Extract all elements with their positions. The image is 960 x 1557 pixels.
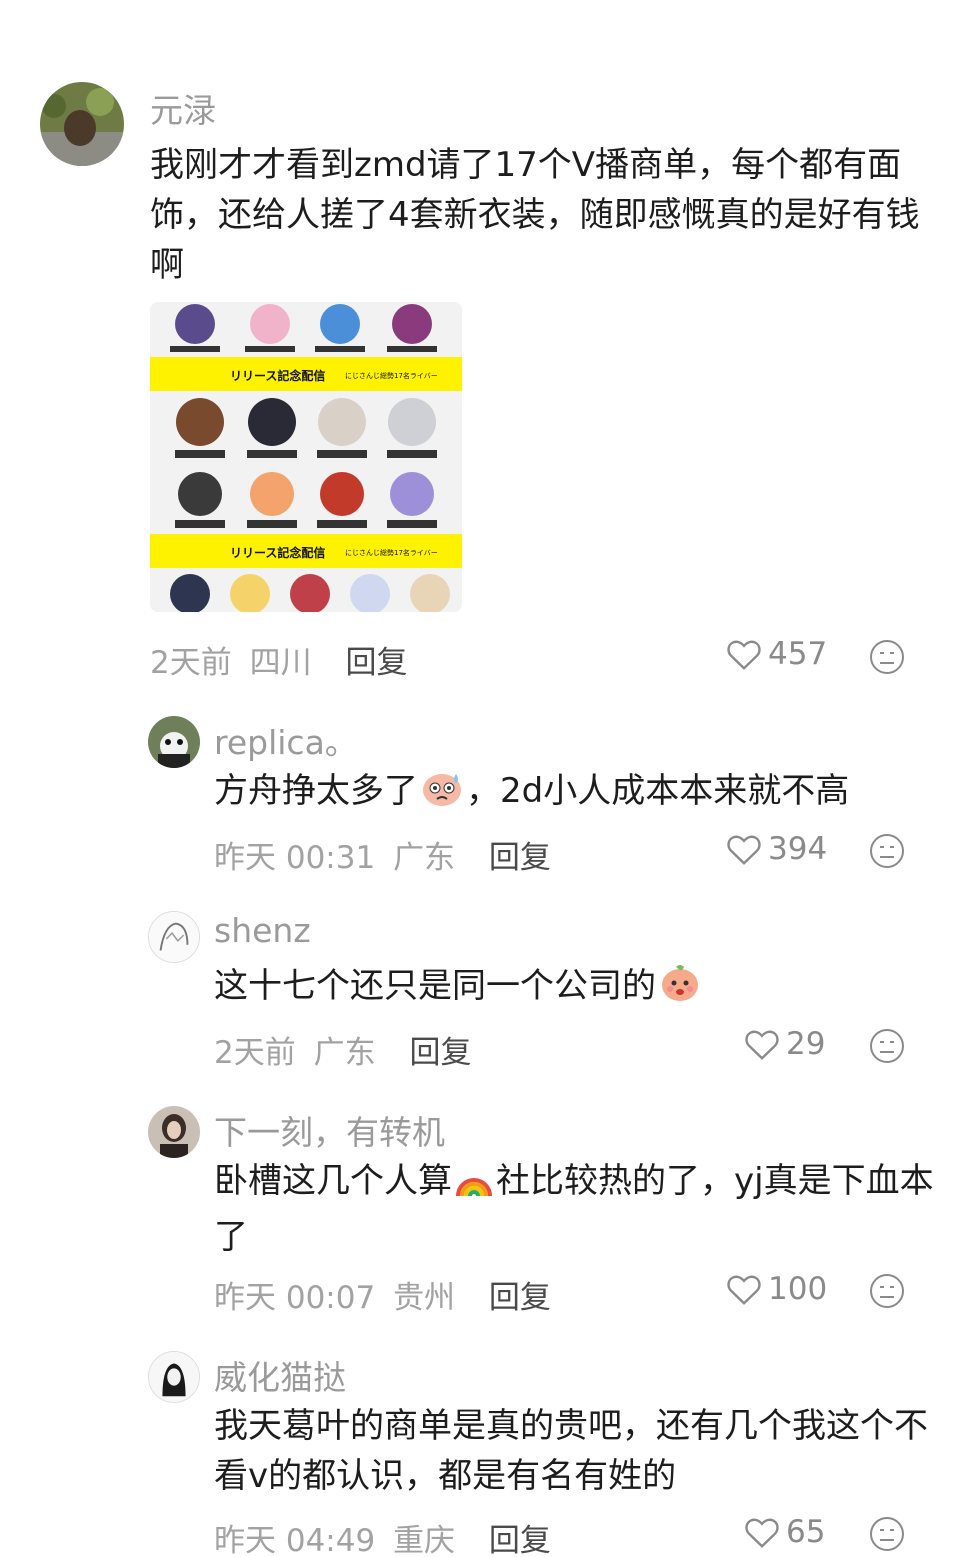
comment-time: 2天前 — [214, 1035, 296, 1071]
dislike-face-icon[interactable] — [868, 1272, 906, 1310]
comment-location: 重庆 — [393, 1523, 456, 1557]
like-button[interactable]: 394 — [726, 831, 827, 867]
banner-subtitle: にじさんじ総勢17名ライバー — [345, 548, 438, 557]
reply-button[interactable]: 回复 — [489, 840, 551, 876]
text-segment: ，2d小人成本本来就不高 — [466, 771, 850, 811]
liver-grid-image: リリース記念配信 にじさんじ総勢17名ライバー リリース記念配信 にじさんじ総勢… — [150, 302, 462, 612]
like-button[interactable]: 65 — [744, 1514, 825, 1550]
like-button[interactable]: 457 — [726, 636, 827, 672]
comment-time: 昨天 04:49 — [214, 1523, 376, 1557]
like-count: 457 — [768, 636, 828, 672]
like-count: 394 — [768, 831, 828, 867]
comment-location: 广东 — [393, 840, 456, 876]
reply-button[interactable]: 回复 — [489, 1280, 551, 1316]
like-button[interactable]: 100 — [726, 1271, 827, 1307]
avatar[interactable] — [148, 911, 200, 963]
username[interactable]: shenz — [214, 911, 311, 950]
reply-button[interactable]: 回复 — [409, 1035, 471, 1071]
sweat-face-emoji — [420, 768, 464, 822]
heart-icon — [745, 1030, 779, 1060]
text-segment: 这十七个还只是同一个公司的 — [214, 966, 656, 1006]
reply-button[interactable]: 回复 — [345, 645, 407, 681]
heart-icon — [727, 1275, 761, 1305]
banner-title: リリース記念配信 — [230, 368, 325, 383]
comment-time: 昨天 00:31 — [214, 840, 376, 876]
username[interactable]: replica。 — [214, 716, 358, 764]
avatar[interactable] — [148, 1351, 200, 1403]
comment-location: 四川 — [249, 645, 312, 681]
comment-time: 昨天 00:07 — [214, 1280, 376, 1316]
comment-text: 这十七个还只是同一个公司的 — [214, 961, 934, 1017]
banner-subtitle: にじさんじ総勢17名ライバー — [345, 371, 438, 380]
comment-item: 元渌 我刚才才看到zmd请了17个V播商单，每个都有面饰，还给人搓了4套新衣装，… — [0, 0, 960, 690]
username[interactable]: 下一刻，有转机 — [214, 1106, 445, 1154]
comment-meta: 昨天 00:31 广东 回复 — [214, 832, 559, 877]
rainbow-emoji — [454, 1162, 494, 1212]
text-segment: 卧槽这几个人算 — [214, 1161, 452, 1201]
comment-text: 我刚才才看到zmd请了17个V播商单，每个都有面饰，还给人搓了4套新衣装，随即感… — [150, 145, 920, 285]
like-count: 29 — [786, 1026, 826, 1062]
reply-button[interactable]: 回复 — [489, 1523, 551, 1557]
comment-meta: 2天前 四川 回复 — [150, 637, 415, 682]
comment-text: 卧槽这几个人算 社比较热的了，yj真是下血本了 — [214, 1156, 934, 1262]
like-count: 65 — [786, 1514, 826, 1550]
text-segment: 方舟挣太多了 — [214, 771, 418, 811]
comment-location: 贵州 — [393, 1280, 456, 1316]
banner-title: リリース記念配信 — [230, 545, 325, 560]
heart-icon — [745, 1518, 779, 1548]
comment-meta: 2天前 广东 回复 — [214, 1027, 479, 1072]
comment-text: 我天葛叶的商单是真的贵吧，还有几个我这个不看v的都认识，都是有名有姓的 — [214, 1406, 928, 1496]
reply-item: replica。 方舟挣太多了 ，2d小人成本本来就不高 昨天 00:31 广东 … — [0, 700, 960, 880]
avatar[interactable] — [40, 82, 124, 166]
like-button[interactable]: 29 — [744, 1026, 825, 1062]
peach-face-emoji — [658, 961, 702, 1017]
dislike-face-icon[interactable] — [868, 638, 906, 676]
comment-meta: 昨天 04:49 重庆 回复 — [214, 1515, 559, 1557]
comment-meta: 昨天 00:07 贵州 回复 — [214, 1272, 559, 1317]
avatar[interactable] — [148, 716, 200, 768]
avatar[interactable] — [148, 1106, 200, 1158]
heart-icon — [727, 835, 761, 865]
heart-icon — [727, 640, 761, 670]
username[interactable]: 元渌 — [150, 84, 216, 132]
comment-time: 2天前 — [150, 645, 232, 681]
comment-text: 方舟挣太多了 ，2d小人成本本来就不高 — [214, 766, 934, 822]
like-count: 100 — [768, 1271, 828, 1307]
reply-item: 下一刻，有转机 卧槽这几个人算 社比较热的了，yj真是下血本了 昨天 00:07 … — [0, 1090, 960, 1325]
dislike-face-icon[interactable] — [868, 832, 906, 870]
dislike-face-icon[interactable] — [868, 1515, 906, 1553]
reply-item: shenz 这十七个还只是同一个公司的 2天前 广东 回复 29 — [0, 895, 960, 1075]
comment-location: 广东 — [313, 1035, 376, 1071]
reply-item: 威化猫挞 我天葛叶的商单是真的贵吧，还有几个我这个不看v的都认识，都是有名有姓的… — [0, 1335, 960, 1557]
dislike-face-icon[interactable] — [868, 1027, 906, 1065]
comment-image[interactable]: リリース記念配信 にじさんじ総勢17名ライバー リリース記念配信 にじさんじ総勢… — [150, 302, 462, 612]
username[interactable]: 威化猫挞 — [214, 1351, 346, 1399]
